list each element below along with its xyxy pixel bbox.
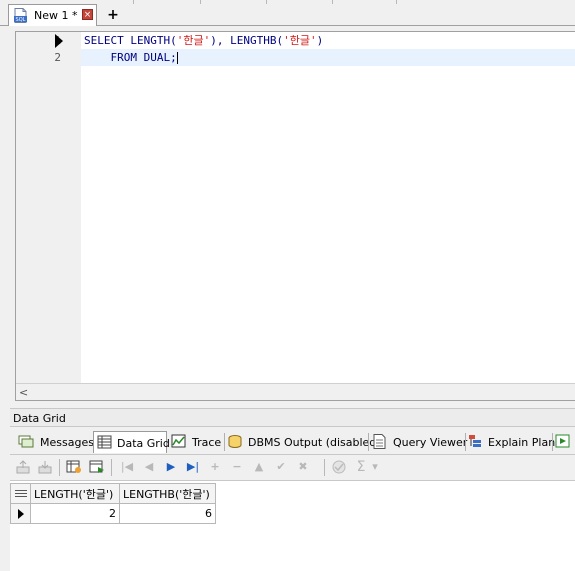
- grid-refresh-icon[interactable]: [65, 459, 83, 475]
- data-grid-panel-title: Data Grid: [10, 408, 575, 427]
- last-record-button[interactable]: ▶|: [184, 459, 202, 475]
- svg-text:SQL: SQL: [16, 17, 26, 23]
- insert-record-button[interactable]: +: [206, 459, 224, 475]
- tab-separator: [465, 433, 466, 451]
- string-literal: '한글': [283, 34, 317, 47]
- tab-data-grid[interactable]: Data Grid: [93, 431, 170, 453]
- line-number-gutter: 1 2: [16, 32, 81, 384]
- tab-separator: [224, 433, 225, 451]
- edit-record-button[interactable]: ▲: [250, 459, 268, 475]
- rows-icon: [14, 489, 27, 499]
- code-line[interactable]: SELECT LENGTH('한글'), LENGTHB('한글'): [81, 32, 575, 49]
- tab-overflow[interactable]: [555, 431, 575, 453]
- horizontal-scrollbar[interactable]: <: [16, 383, 575, 400]
- sql-token: ), LENGTHB(: [210, 34, 284, 47]
- toolbar-separator: [59, 459, 60, 476]
- tab-dbms-output[interactable]: DBMS Output (disabled): [227, 431, 381, 453]
- post-edit-button[interactable]: ✔: [272, 459, 290, 475]
- string-literal: '한글': [176, 34, 211, 47]
- pivot-grid-icon: [555, 434, 570, 448]
- editor-tab-bar: SQL New 1 * × +: [0, 0, 575, 26]
- select-all-cell[interactable]: [10, 483, 31, 504]
- text-caret: [176, 52, 178, 64]
- next-record-button[interactable]: ▶: [162, 459, 180, 475]
- result-tabs: Messages Data Grid Trace DBMS Output (di…: [10, 431, 575, 453]
- sql-token: SELECT LENGTH(: [84, 34, 177, 47]
- current-row-icon: [17, 509, 24, 519]
- toolbar-separator: [111, 459, 112, 476]
- line-number: 2: [54, 51, 61, 64]
- toolbar-separator: [324, 459, 325, 476]
- scroll-left-icon[interactable]: <: [19, 386, 28, 399]
- editor-tab-label: New 1 *: [34, 9, 78, 22]
- tab-strip-segment: [267, 0, 333, 4]
- sql-file-icon: SQL: [14, 8, 27, 23]
- dbms-output-icon: [228, 435, 242, 448]
- table-cell[interactable]: 2: [30, 503, 120, 524]
- pane-splitter[interactable]: [10, 402, 575, 407]
- first-record-button[interactable]: |◀: [118, 459, 136, 475]
- table-row[interactable]: 2 6: [10, 503, 216, 524]
- trace-icon: [171, 434, 186, 448]
- query-viewer-icon: [373, 434, 386, 449]
- column-header[interactable]: LENGTH('한글'): [30, 483, 120, 504]
- grid-export-icon[interactable]: [88, 459, 106, 475]
- tab-separator: [368, 433, 369, 451]
- data-grid[interactable]: LENGTH('한글') LENGTHB('한글') 2 6: [10, 480, 575, 571]
- tab-messages[interactable]: Messages: [18, 431, 98, 453]
- add-tab-button[interactable]: +: [103, 7, 123, 23]
- table-header-row: LENGTH('한글') LENGTHB('한글'): [10, 483, 216, 504]
- prior-record-button[interactable]: ◀: [140, 459, 158, 475]
- tab-explain-plan[interactable]: Explain Plan: [468, 431, 555, 453]
- tab-strip-segment: [333, 0, 397, 4]
- messages-icon: [18, 435, 34, 448]
- delete-record-button[interactable]: −: [228, 459, 246, 475]
- export-icon[interactable]: [14, 459, 32, 475]
- tab-strip-segment: [134, 0, 201, 4]
- sql-token: ): [316, 34, 324, 47]
- tab-strip-segment: [201, 0, 267, 4]
- sql-editor[interactable]: 1 2 SELECT LENGTH('한글'), LENGTHB('한글') F…: [15, 31, 575, 401]
- sum-dropdown-icon[interactable]: ▾: [370, 459, 380, 475]
- table-cell[interactable]: 6: [119, 503, 216, 524]
- code-area[interactable]: SELECT LENGTH('한글'), LENGTHB('한글') FROM …: [81, 32, 575, 384]
- sum-icon[interactable]: Σ: [352, 459, 370, 475]
- tab-query-viewer[interactable]: Query Viewer: [372, 431, 467, 453]
- explain-plan-icon: [469, 435, 481, 447]
- grid-toolbar: |◀ ◀ ▶ ▶| + − ▲ ✔ ✖ Σ ▾: [10, 454, 575, 479]
- row-indicator[interactable]: [10, 503, 31, 524]
- column-header[interactable]: LENGTHB('한글'): [119, 483, 216, 504]
- result-table: LENGTH('한글') LENGTHB('한글') 2 6: [10, 483, 216, 524]
- tab-trace[interactable]: Trace: [171, 431, 223, 453]
- code-line-current[interactable]: FROM DUAL;: [81, 49, 575, 66]
- cancel-edit-button[interactable]: ✖: [294, 459, 312, 475]
- sql-token: FROM DUAL;: [84, 51, 177, 64]
- current-line-marker-icon: [55, 34, 63, 48]
- editor-tab-new-1[interactable]: SQL New 1 * ×: [8, 4, 97, 26]
- grid-icon: [97, 435, 112, 449]
- close-tab-icon[interactable]: ×: [82, 9, 93, 20]
- filter-icon[interactable]: [330, 459, 348, 475]
- tab-separator: [552, 433, 553, 451]
- import-icon[interactable]: [36, 459, 54, 475]
